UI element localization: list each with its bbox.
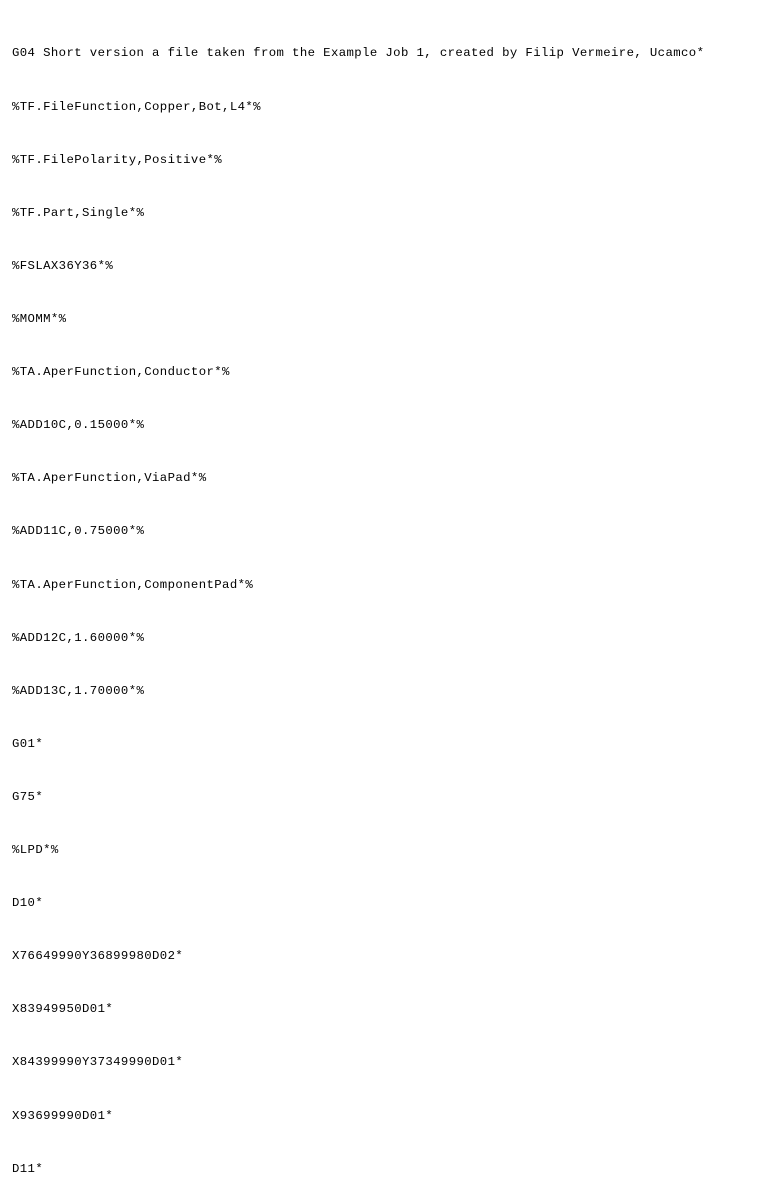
code-line: X76649990Y36899980D02* (12, 948, 756, 966)
code-line: X93699990D01* (12, 1108, 756, 1126)
code-line: %ADD12C,1.60000*% (12, 630, 756, 648)
code-line: %FSLAX36Y36*% (12, 258, 756, 276)
code-line: %TF.FilePolarity,Positive*% (12, 152, 756, 170)
code-line: %ADD13C,1.70000*% (12, 683, 756, 701)
code-line: %ADD11C,0.75000*% (12, 523, 756, 541)
code-line: G75* (12, 789, 756, 807)
code-line: %TF.FileFunction,Copper,Bot,L4*% (12, 99, 756, 117)
gerber-code-block: G04 Short version a file taken from the … (12, 10, 756, 1188)
code-line: %MOMM*% (12, 311, 756, 329)
code-line: D10* (12, 895, 756, 913)
code-line: G04 Short version a file taken from the … (12, 45, 756, 63)
code-line: X83949950D01* (12, 1001, 756, 1019)
code-line: %TF.Part,Single*% (12, 205, 756, 223)
code-line: %TA.AperFunction,ViaPad*% (12, 470, 756, 488)
code-line: %TA.AperFunction,Conductor*% (12, 364, 756, 382)
code-line: %TA.AperFunction,ComponentPad*% (12, 577, 756, 595)
code-line: D11* (12, 1161, 756, 1179)
code-line: G01* (12, 736, 756, 754)
code-line: %ADD10C,0.15000*% (12, 417, 756, 435)
code-line: %LPD*% (12, 842, 756, 860)
code-line: X84399990Y37349990D01* (12, 1054, 756, 1072)
